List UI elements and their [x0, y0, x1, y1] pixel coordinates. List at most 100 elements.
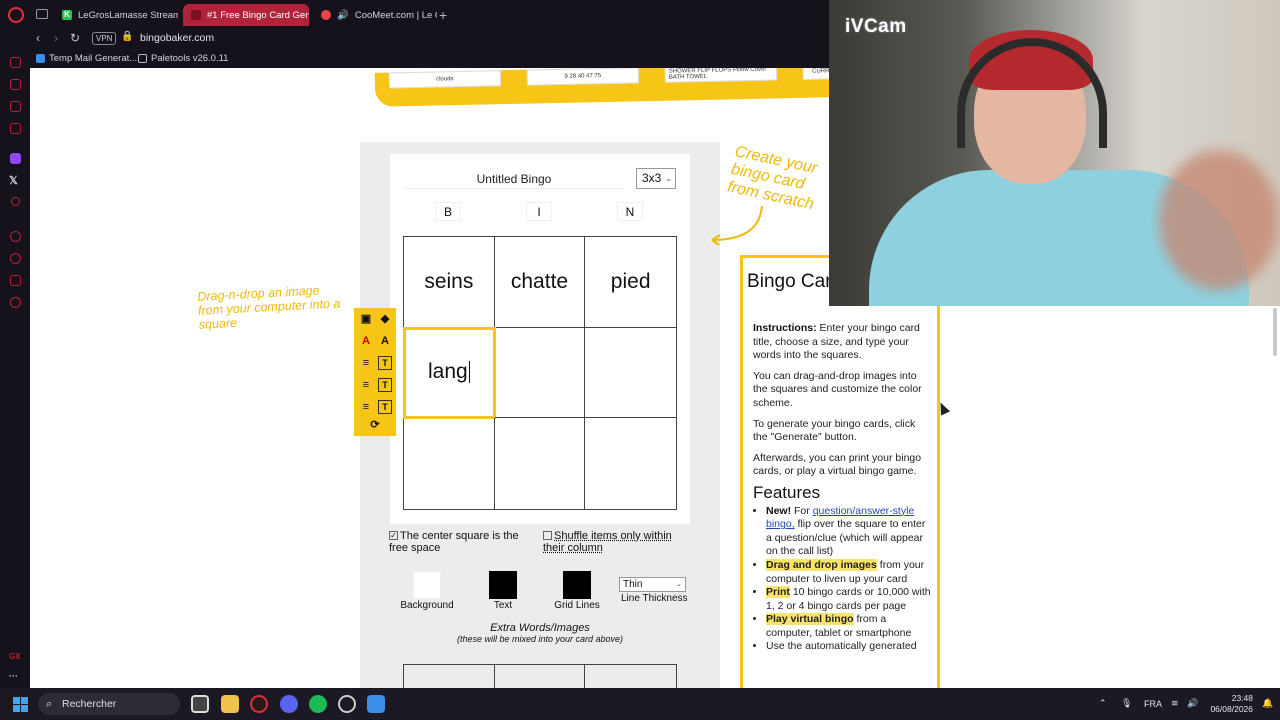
clock-time: 23:48 — [1231, 693, 1253, 703]
align-right-icon[interactable]: ≡ — [359, 400, 373, 414]
url-field[interactable]: bingobaker.com — [140, 32, 214, 44]
shuffle-option[interactable]: Shuffle items only within their column — [543, 530, 678, 554]
feature-highlight: Play virtual bingo — [766, 613, 854, 626]
bingo-title-input[interactable]: Untitled Bingo — [403, 169, 625, 189]
windows-start-icon[interactable] — [13, 697, 28, 712]
text-top-icon[interactable]: T — [378, 356, 392, 370]
opera-gx-logo-icon[interactable] — [8, 7, 24, 23]
fill-color-icon[interactable]: ◆ — [378, 312, 392, 326]
bingo-cell[interactable]: pied — [585, 237, 676, 328]
lock-icon[interactable]: 🔒 — [121, 31, 133, 42]
page-scrollbar[interactable] — [1273, 308, 1277, 356]
bingo-cell[interactable] — [494, 327, 586, 419]
grid-size-select[interactable]: 3x3 ⌄ — [636, 168, 676, 189]
image-icon[interactable]: ▣ — [359, 312, 373, 326]
file-explorer-icon[interactable] — [221, 695, 239, 713]
windows-taskbar: ⌕ Rechercher ⌃ 🎙 FRA ≋ 🔊 23:48 06/08/202… — [0, 688, 1280, 720]
volume-icon[interactable]: 🔊 — [1187, 698, 1198, 709]
letter-input-n[interactable]: N — [617, 202, 643, 221]
shuffle-checkbox[interactable] — [543, 531, 552, 540]
banner-card[interactable]: clouds — [388, 70, 502, 89]
center-free-option[interactable]: ✓ The center square is the free space — [389, 530, 524, 554]
bingo-cell[interactable] — [404, 418, 495, 509]
center-free-checkbox[interactable]: ✓ — [389, 531, 398, 540]
feature-text: 10 bingo cards or 10,000 with 1, 2 or 4 … — [766, 586, 931, 612]
tray-chevron-icon[interactable]: ⌃ — [1099, 698, 1107, 709]
bingo-cell[interactable] — [585, 418, 676, 509]
instructions-label: Instructions: — [753, 322, 817, 334]
bingo-cell[interactable] — [585, 328, 676, 419]
opera-gx-taskbar-icon[interactable] — [250, 695, 268, 713]
cell-text: pied — [610, 269, 651, 293]
cell-text: seins — [424, 269, 474, 293]
banner-card[interactable]: SHOWER FLIP FLOPS Pillow Cover BATH TOWE… — [664, 68, 777, 83]
feature-item: Drag and drop images from your computer … — [766, 558, 931, 586]
tab-menu-icon[interactable] — [36, 9, 48, 19]
bingo-cell-active[interactable]: lang — [403, 326, 496, 420]
cell-text: chatte — [510, 269, 569, 293]
extra-cell[interactable] — [495, 665, 586, 688]
features-heading: Features — [753, 482, 821, 502]
text-outline-icon[interactable]: A — [378, 334, 392, 348]
bingo-cell[interactable]: chatte — [494, 237, 586, 328]
info-body: Instructions: Enter your bingo card titl… — [753, 322, 931, 654]
notification-bell-icon[interactable]: 🔔 — [1262, 698, 1273, 709]
new-tab-button[interactable]: + — [439, 7, 447, 23]
extra-cell[interactable] — [585, 665, 676, 688]
letter-input-b[interactable]: B — [435, 202, 461, 221]
shuffle-label: Shuffle items only within their column — [543, 530, 672, 554]
taskbar-search[interactable]: ⌕ Rechercher — [38, 693, 180, 715]
settings-gear-icon[interactable] — [10, 297, 21, 308]
sidebar-messenger-icon[interactable] — [10, 101, 21, 112]
back-icon[interactable]: ‹ — [36, 31, 40, 45]
microphone-icon[interactable]: 🎙 — [1121, 698, 1132, 709]
sidebar-news-icon[interactable] — [10, 123, 21, 134]
tab-bingo-generator[interactable]: #1 Free Bingo Card Genera — [183, 4, 309, 26]
obs-icon[interactable] — [338, 695, 356, 713]
sidebar-extensions-icon[interactable] — [10, 275, 21, 286]
sidebar-history-icon[interactable] — [10, 231, 21, 242]
text-color-swatch[interactable] — [489, 571, 517, 599]
bingo-cell[interactable] — [495, 418, 586, 509]
tab-label: #1 Free Bingo Card Genera — [207, 9, 309, 21]
rotate-icon[interactable]: ⟳ — [368, 418, 382, 432]
discord-icon[interactable] — [280, 695, 298, 713]
more-icon[interactable]: ··· — [9, 671, 18, 681]
sidebar-speed-dial-icon[interactable] — [10, 57, 21, 68]
sidebar-gx-control-icon[interactable] — [10, 79, 21, 90]
feature-item: Print 10 bingo cards or 10,000 with 1, 2… — [766, 586, 931, 613]
tab-coomeet[interactable]: 🔊 CooMeet.com | Le Chat — [313, 4, 437, 26]
examples-banner: clouds 9 28 40 47 75 SHOWER FLIP FLOPS P… — [374, 68, 843, 107]
letter-input-i[interactable]: I — [526, 202, 552, 221]
forward-icon[interactable]: › — [54, 31, 58, 45]
text-bottom-icon[interactable]: T — [378, 400, 392, 414]
bingo-cell[interactable]: seins — [404, 237, 495, 328]
ivcam-taskbar-icon[interactable] — [367, 695, 385, 713]
language-indicator[interactable]: FRA — [1144, 699, 1162, 709]
background-color-swatch[interactable] — [413, 571, 441, 599]
taskbar-clock[interactable]: 23:48 06/08/2026 — [1207, 693, 1253, 715]
extra-cell[interactable] — [404, 665, 495, 688]
grid-color-swatch[interactable] — [563, 571, 591, 599]
bookmark-paletools[interactable]: Paletools v26.0.11 — [138, 53, 228, 64]
feature-highlight: Drag and drop images — [766, 558, 877, 571]
line-thickness-select[interactable]: Thin ⌄ — [619, 577, 686, 592]
clock-icon[interactable] — [10, 253, 21, 264]
banner-card[interactable]: 9 28 40 47 75 — [526, 68, 639, 86]
bookmark-icon — [36, 54, 45, 63]
align-left-icon[interactable]: ≡ — [359, 356, 373, 370]
gx-corner-label[interactable]: GX — [9, 652, 21, 661]
align-center-icon[interactable]: ≡ — [359, 378, 373, 392]
taskbar-app-generic-icon[interactable] — [191, 695, 209, 713]
sidebar-player-icon[interactable] — [11, 197, 20, 206]
wifi-icon[interactable]: ≋ — [1171, 698, 1179, 709]
vpn-badge[interactable]: VPN — [92, 32, 117, 45]
tab-legroslamasse[interactable]: K LeGrosLamasse Stream - V — [54, 4, 178, 26]
text-middle-icon[interactable]: T — [378, 378, 392, 392]
twitch-icon[interactable] — [10, 153, 21, 164]
text-color-icon[interactable]: A — [359, 334, 373, 348]
x-twitter-icon[interactable]: 𝕏 — [9, 174, 18, 187]
bookmark-temp-mail[interactable]: Temp Mail Generat... — [36, 53, 137, 64]
reload-icon[interactable]: ↻ — [70, 31, 80, 45]
spotify-icon[interactable] — [309, 695, 327, 713]
